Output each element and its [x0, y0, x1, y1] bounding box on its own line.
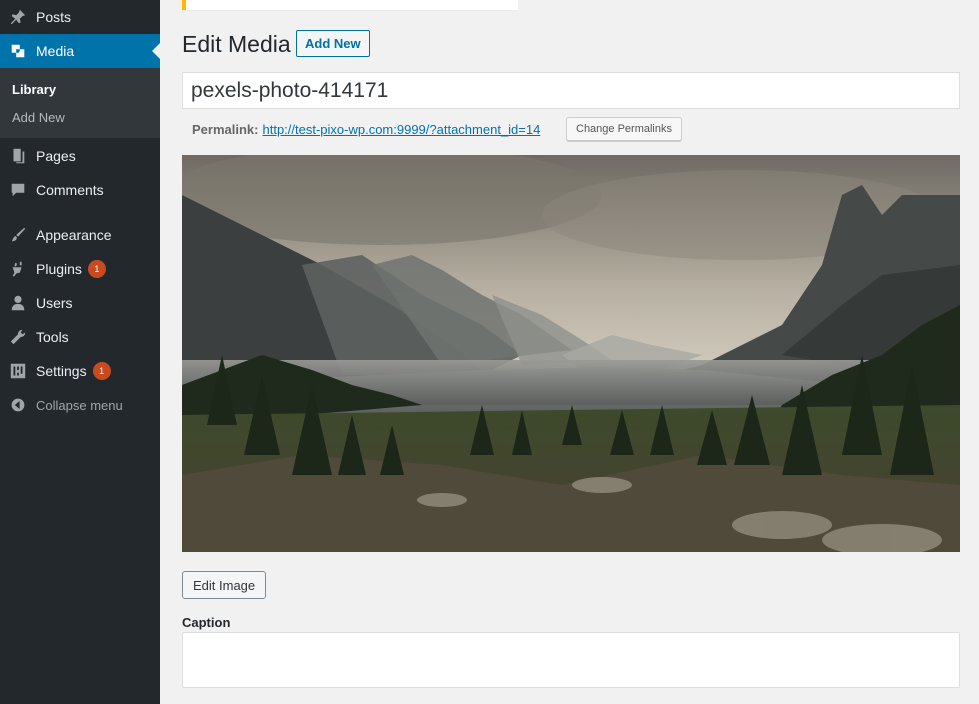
brush-icon [0, 226, 36, 244]
menu-appearance-label: Appearance [36, 227, 112, 243]
menu-comments[interactable]: Comments [0, 173, 160, 207]
menu-users[interactable]: Users [0, 286, 160, 320]
pin-icon [0, 8, 36, 26]
menu-plugins[interactable]: Plugins 1 [0, 252, 160, 286]
caption-label: Caption [182, 615, 231, 630]
menu-pages-label: Pages [36, 148, 76, 164]
menu-users-label: Users [36, 295, 73, 311]
menu-plugins-label: Plugins [36, 261, 82, 277]
admin-sidebar: Posts Media Library Add New Pages Commen… [0, 0, 160, 704]
menu-settings[interactable]: Settings 1 [0, 354, 160, 388]
menu-comments-label: Comments [36, 182, 104, 198]
submenu-add-new[interactable]: Add New [12, 110, 65, 125]
pages-icon [0, 147, 36, 165]
settings-icon [0, 362, 36, 380]
collapse-menu-button[interactable]: Collapse menu [0, 388, 160, 422]
plugin-icon [0, 260, 36, 278]
wrench-icon [0, 328, 36, 346]
menu-posts[interactable]: Posts [0, 0, 160, 34]
settings-update-badge: 1 [92, 362, 111, 380]
menu-pages[interactable]: Pages [0, 139, 160, 173]
collapse-menu-label: Collapse menu [36, 397, 123, 413]
permalink-link[interactable]: http://test-pixo-wp.com:9999/?attachment… [262, 122, 540, 137]
permalink-row: Permalink: http://test-pixo-wp.com:9999/… [192, 122, 540, 137]
menu-tools[interactable]: Tools [0, 320, 160, 354]
menu-tools-label: Tools [36, 329, 69, 345]
menu-appearance[interactable]: Appearance [0, 218, 160, 252]
media-image [182, 155, 960, 552]
add-new-button[interactable]: Add New [296, 30, 370, 57]
collapse-arrow-icon [0, 397, 36, 413]
media-submenu: Library Add New [0, 68, 160, 138]
plugins-update-badge: 1 [87, 260, 106, 278]
menu-media[interactable]: Media [0, 34, 160, 68]
permalink-label: Permalink: [192, 122, 259, 137]
submenu-library[interactable]: Library [12, 82, 56, 97]
change-permalinks-button[interactable]: Change Permalinks [566, 117, 682, 141]
menu-media-label: Media [36, 43, 75, 59]
menu-settings-label: Settings [36, 363, 87, 379]
admin-notice [182, 0, 518, 10]
menu-posts-label: Posts [36, 9, 72, 25]
media-icon [0, 42, 36, 60]
page-title: Edit Media [182, 31, 291, 57]
edit-image-button[interactable]: Edit Image [182, 571, 267, 599]
caption-textarea[interactable] [182, 632, 960, 688]
comments-icon [0, 181, 36, 199]
media-title-input[interactable]: pexels-photo-414171 [182, 72, 960, 109]
users-icon [0, 294, 36, 312]
